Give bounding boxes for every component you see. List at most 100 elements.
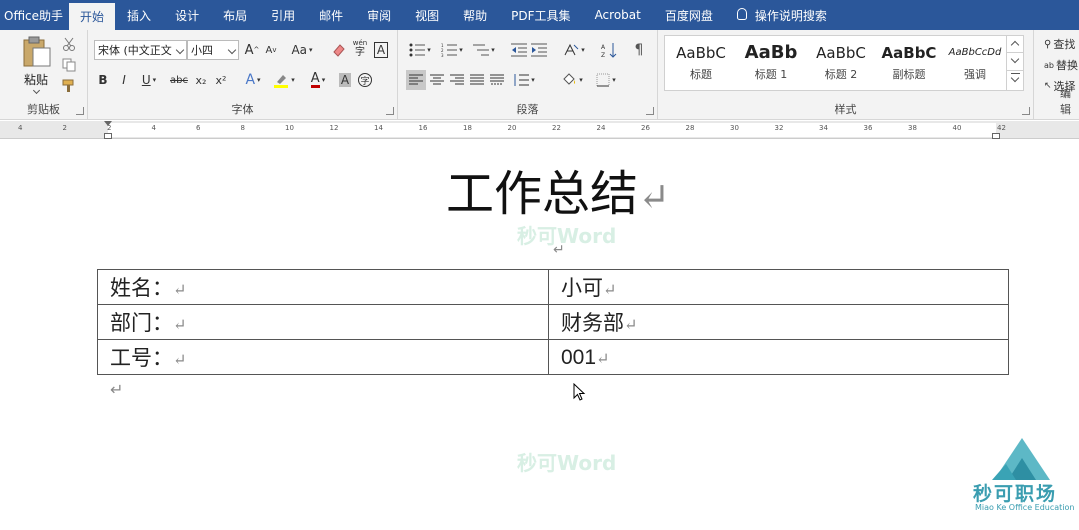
style-heading-1[interactable]: AaBb 标题 1: [737, 40, 805, 88]
styles-more-button[interactable]: [1007, 71, 1024, 89]
bold-button[interactable]: B: [94, 70, 112, 90]
font-color-button[interactable]: A ▾: [304, 70, 332, 90]
subscript-button[interactable]: x₂: [192, 70, 210, 90]
table-cell[interactable]: 工号：↵: [97, 339, 549, 375]
tab-view[interactable]: 视图: [403, 0, 451, 30]
borders-button[interactable]: ▾: [592, 70, 620, 90]
copy-button[interactable]: [60, 55, 78, 75]
document-page[interactable]: 工作总结↵ 秒可Word ↵ 姓名：↵ 小可↵ 部门：↵ 财务部↵ 工号：↵ 0…: [0, 140, 1079, 530]
shading-button[interactable]: ▾: [558, 70, 586, 90]
tab-mailings[interactable]: 邮件: [307, 0, 355, 30]
ruler-tick-label: 12: [329, 124, 339, 132]
tell-me-search[interactable]: 操作说明搜索: [725, 0, 839, 30]
italic-button[interactable]: I: [115, 70, 133, 90]
clipboard-dialog-launcher[interactable]: [76, 107, 84, 115]
text-effects-button[interactable]: A ▾: [240, 70, 266, 90]
replace-button[interactable]: ab 替换: [1044, 55, 1079, 75]
numbered-list-icon: 123: [441, 43, 458, 57]
styles-dialog-launcher[interactable]: [1022, 107, 1030, 115]
align-left-button[interactable]: [406, 70, 426, 90]
tab-pdf-tools[interactable]: PDF工具集: [499, 0, 582, 30]
underline-button[interactable]: U ▾: [136, 70, 162, 90]
table-cell[interactable]: 小可↵: [548, 269, 1009, 305]
styles-scroll-up-button[interactable]: [1007, 35, 1024, 53]
change-case-button[interactable]: Aa ▾: [288, 40, 316, 60]
ruler-tick-label: 24: [596, 124, 606, 132]
strikethrough-button[interactable]: abc: [168, 70, 190, 90]
tab-baidu-netdisk[interactable]: 百度网盘: [653, 0, 725, 30]
table-cell[interactable]: 姓名：↵: [97, 269, 549, 305]
paragraph-dialog-launcher[interactable]: [646, 107, 654, 115]
character-border-button[interactable]: A: [372, 40, 390, 60]
paragraph-mark: ↵: [110, 380, 124, 399]
tab-insert[interactable]: 插入: [115, 0, 163, 30]
numbering-button[interactable]: 1 2 3 ▾: [438, 40, 466, 60]
tab-layout[interactable]: 布局: [211, 0, 259, 30]
multilevel-list-button[interactable]: ▾: [470, 40, 498, 60]
borders-icon: [596, 73, 610, 87]
grow-font-button[interactable]: A ^: [243, 40, 261, 60]
cell-end-mark: ↵: [173, 350, 187, 369]
cell-text: 姓名：: [110, 276, 173, 300]
style-heading-2[interactable]: AaBbC 标题 2: [807, 40, 875, 88]
underline-label: U: [141, 73, 151, 87]
font-name-select[interactable]: 宋体 (中文正文: [94, 40, 187, 60]
bullets-button[interactable]: ▾: [406, 40, 434, 60]
ruler-tick-label: 38: [908, 124, 917, 132]
justify-button[interactable]: [468, 70, 486, 90]
horizontal-ruler[interactable]: 4 2 2 4 6 8 10 12 14 16 18 20 22 24 26 28 30 32 34 36 38 40 42: [0, 121, 1079, 139]
distributed-button[interactable]: [488, 70, 506, 90]
right-indent-marker[interactable]: [992, 133, 1000, 139]
table-row: 姓名：↵ 小可↵: [97, 269, 1009, 305]
sort-button[interactable]: AZ: [600, 40, 618, 60]
phonetic-guide-bottom: 字: [355, 47, 365, 58]
cut-button[interactable]: [60, 34, 78, 54]
phonetic-guide-button[interactable]: wén 字: [351, 38, 369, 58]
ruler-tick-label: 4: [151, 124, 156, 132]
paste-label: 粘贴: [24, 73, 49, 87]
increase-indent-button[interactable]: [530, 40, 548, 60]
table-cell[interactable]: 001↵: [548, 339, 1009, 375]
tab-help[interactable]: 帮助: [451, 0, 499, 30]
table-cell[interactable]: 财务部↵: [548, 304, 1009, 340]
paste-button[interactable]: 粘贴: [18, 36, 56, 95]
tab-review[interactable]: 审阅: [355, 0, 403, 30]
highlight-color-button[interactable]: ▾: [270, 70, 298, 90]
font-size-select[interactable]: 小四: [187, 40, 239, 60]
table-cell[interactable]: 部门：↵: [97, 304, 549, 340]
info-table[interactable]: 姓名：↵ 小可↵ 部门：↵ 财务部↵ 工号：↵ 001↵: [97, 269, 1009, 375]
style-emphasis[interactable]: AaBbCcDd 强调: [941, 40, 1009, 88]
hanging-indent-marker[interactable]: [104, 133, 112, 139]
find-button[interactable]: ⚲ 查找: [1044, 34, 1079, 54]
styles-scroll-down-button[interactable]: [1007, 53, 1024, 71]
shrink-font-button[interactable]: Av: [262, 40, 280, 60]
tab-acrobat[interactable]: Acrobat: [583, 0, 653, 30]
show-hide-marks-button[interactable]: ¶: [630, 40, 648, 60]
style-title[interactable]: AaBbC 标题: [667, 40, 735, 88]
align-center-button[interactable]: [428, 70, 446, 90]
format-painter-button[interactable]: [60, 76, 78, 96]
align-right-button[interactable]: [448, 70, 466, 90]
style-emphasis-preview: AaBbCcDd: [948, 47, 1002, 58]
format-painter-icon: [62, 79, 74, 92]
font-dialog-launcher[interactable]: [386, 107, 394, 115]
tab-home[interactable]: 开始: [69, 3, 116, 30]
document-title-text: 工作总结: [446, 166, 639, 222]
clear-formatting-button[interactable]: [330, 40, 348, 60]
chinese-layout-button[interactable]: ▾: [560, 40, 588, 60]
decrease-indent-button[interactable]: [510, 40, 528, 60]
ruler-tick-label: 34: [819, 124, 828, 132]
style-subtitle[interactable]: AaBbC 副标题: [875, 40, 943, 88]
distributed-icon: [490, 74, 504, 85]
multilevel-list-icon: [473, 44, 490, 56]
first-line-indent-marker[interactable]: [104, 121, 112, 126]
character-shading-button[interactable]: A: [336, 70, 354, 90]
enclose-characters-button[interactable]: 字: [356, 70, 374, 90]
indent-icon: [531, 43, 547, 57]
line-spacing-button[interactable]: ▾: [510, 70, 538, 90]
tab-design[interactable]: 设计: [163, 0, 211, 30]
tab-references[interactable]: 引用: [259, 0, 307, 30]
superscript-button[interactable]: x²: [212, 70, 230, 90]
document-title[interactable]: 工作总结↵: [446, 154, 670, 224]
tab-office-assistant[interactable]: Office助手: [0, 0, 69, 30]
